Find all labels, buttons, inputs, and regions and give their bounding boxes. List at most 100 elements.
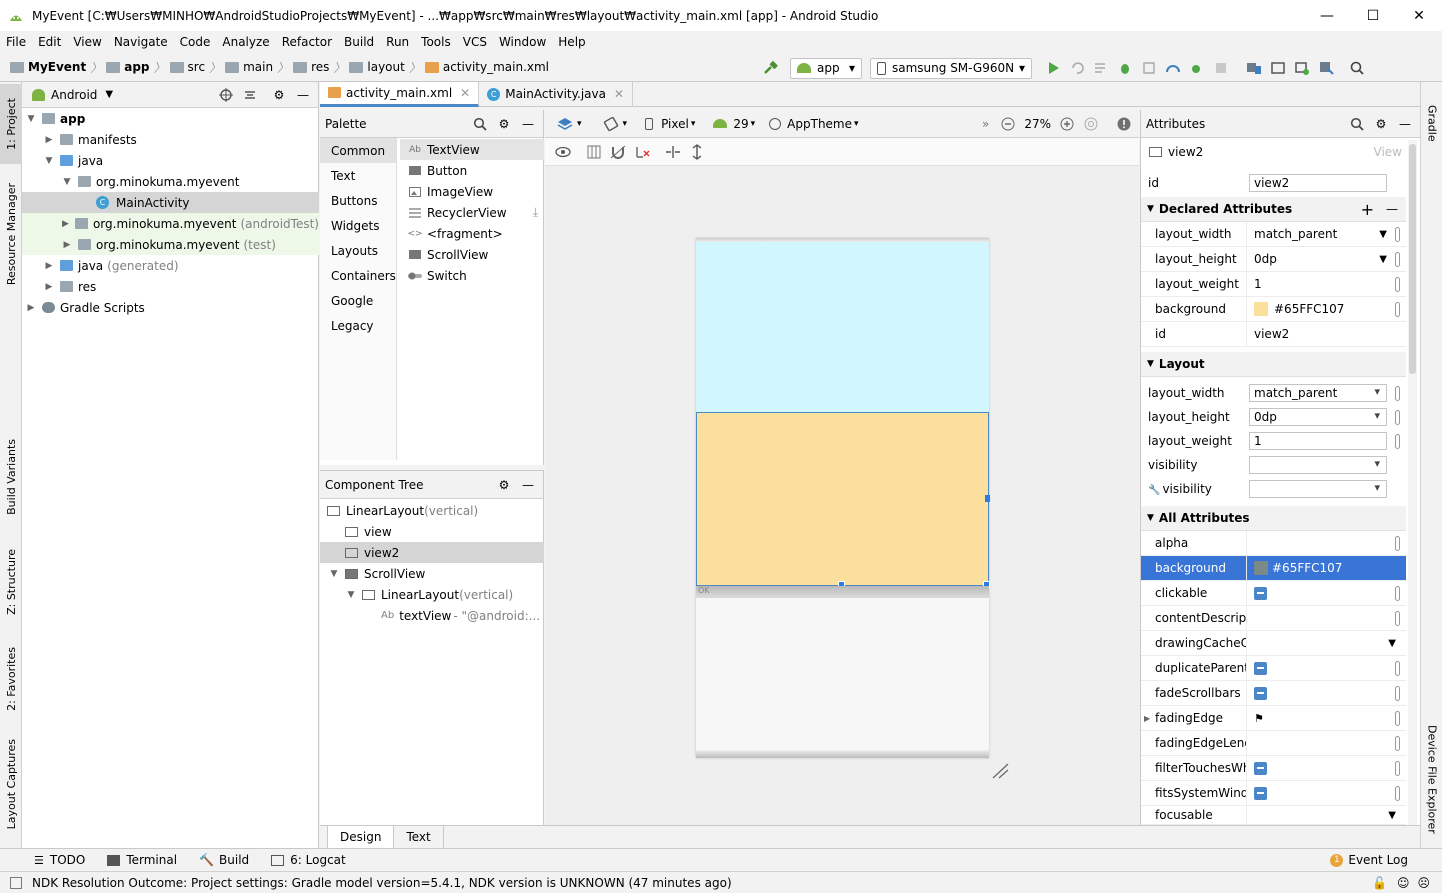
attach-profiler-icon[interactable] (1186, 57, 1208, 79)
search-icon[interactable] (1346, 113, 1368, 135)
attr-fadingedge-row[interactable]: ▶ fadingEdge ⚑ (1141, 705, 1406, 731)
attach-debugger-icon[interactable] (1138, 57, 1160, 79)
canvas-resize-grip-icon[interactable] (991, 763, 1009, 782)
tab-build-variants[interactable]: Build Variants (0, 427, 22, 527)
color-swatch[interactable] (1254, 302, 1268, 316)
close-tab-icon[interactable]: ✕ (614, 87, 624, 101)
palette-category-google[interactable]: Google (320, 288, 396, 313)
resource-picker-icon[interactable] (1395, 785, 1400, 801)
add-attribute-icon[interactable]: + (1361, 200, 1374, 219)
all-attributes-section[interactable]: ▼ All Attributes (1141, 506, 1406, 531)
tool-build[interactable]: 🔨 Build (199, 853, 249, 867)
menu-code[interactable]: Code (174, 35, 217, 49)
run-config-select[interactable]: app ▾ (790, 57, 862, 79)
orientation-icon[interactable] (600, 113, 622, 135)
palette-category-text[interactable]: Text (320, 163, 396, 188)
chevron-down-icon[interactable]: ▼ (1388, 810, 1396, 821)
collapse-all-icon[interactable] (239, 84, 261, 106)
apply-changes-icon[interactable] (1066, 57, 1088, 79)
tab-favorites[interactable]: 2: Favorites (0, 634, 22, 724)
tree-item-java[interactable]: ▼ java (22, 150, 319, 171)
theme-select[interactable]: AppTheme (787, 117, 852, 131)
breadcrumb-layout[interactable]: layout 〉 (349, 59, 421, 76)
attr-contentdescription-row[interactable]: contentDescriptio (1141, 605, 1406, 631)
view-docs-link[interactable]: View (1374, 145, 1402, 159)
tool-todo[interactable]: ☰ TODO (34, 853, 85, 867)
palette-item-scrollview[interactable]: ScrollView (400, 244, 544, 265)
tab-text[interactable]: Text (394, 826, 444, 848)
breadcrumb-main[interactable]: main 〉 (225, 59, 289, 76)
palette-category-layouts[interactable]: Layouts (320, 238, 396, 263)
tree-item-java-generated[interactable]: ▶ java (generated) (22, 255, 319, 276)
palette-item-fragment[interactable]: <> <fragment> (400, 223, 544, 244)
tristate-checkbox[interactable] (1254, 786, 1267, 800)
gear-icon[interactable]: ⚙ (1370, 113, 1392, 135)
visibility-select[interactable] (1249, 456, 1387, 474)
palette-category-buttons[interactable]: Buttons (320, 188, 396, 213)
zoom-in-icon[interactable] (1056, 113, 1078, 135)
chevron-down-icon[interactable]: ▼ (1388, 638, 1396, 649)
resource-picker-icon[interactable] (1395, 535, 1400, 551)
palette-item-switch[interactable]: Switch (400, 265, 544, 286)
menu-view[interactable]: View (67, 35, 107, 49)
tree-item-package-androidtest[interactable]: ▶ org.minokuma.myevent (androidTest) (22, 213, 319, 234)
declared-attributes-section[interactable]: ▼ Declared Attributes + — (1141, 197, 1406, 222)
resource-picker-icon[interactable] (1395, 433, 1400, 449)
menu-build[interactable]: Build (338, 35, 380, 49)
resize-handle-right[interactable] (985, 495, 990, 502)
menu-refactor[interactable]: Refactor (276, 35, 338, 49)
tab-gradle[interactable]: Gradle (1421, 88, 1442, 158)
minimize-panel-icon[interactable]: — (292, 84, 314, 106)
component-view2[interactable]: view2 (320, 542, 544, 563)
event-log-button[interactable]: 1 Event Log (1330, 853, 1408, 867)
palette-item-textview[interactable]: Ab TextView (400, 139, 544, 160)
menu-edit[interactable]: Edit (32, 35, 67, 49)
stop-icon[interactable] (1210, 57, 1232, 79)
palette-category-common[interactable]: Common (320, 138, 396, 163)
maximize-icon[interactable]: ☐ (1350, 0, 1396, 31)
attr-drawingcachequality-row[interactable]: drawingCacheQua▼ (1141, 630, 1406, 656)
menu-run[interactable]: Run (380, 35, 415, 49)
resource-picker-icon[interactable] (1395, 735, 1400, 751)
flag-icon[interactable]: ⚑ (1254, 712, 1264, 725)
minimize-panel-icon[interactable]: — (517, 113, 539, 135)
component-view[interactable]: view (320, 521, 544, 542)
project-structure-icon[interactable] (1243, 57, 1265, 79)
breadcrumb-src[interactable]: src 〉 (169, 59, 221, 76)
download-icon[interactable]: ⤓ (533, 205, 538, 220)
tree-item-mainactivity[interactable]: C MainActivity (22, 192, 319, 213)
attr-duplicateparentstate-row[interactable]: duplicateParentSt (1141, 655, 1406, 681)
declared-id-row[interactable]: id view2 (1141, 321, 1406, 347)
chevron-down-icon[interactable]: ▼ (1379, 254, 1387, 265)
tree-item-res[interactable]: ▶ res (22, 276, 319, 297)
search-everywhere-icon[interactable] (1346, 57, 1368, 79)
api-select[interactable]: 29 (733, 117, 748, 131)
hammer-icon[interactable] (759, 57, 781, 79)
close-icon[interactable]: ✕ (1396, 0, 1442, 31)
status-panel-toggle-icon[interactable] (10, 876, 22, 889)
resource-picker-icon[interactable] (1395, 276, 1400, 292)
layout-weight-input[interactable]: 1 (1249, 432, 1387, 450)
run-icon[interactable] (1042, 57, 1064, 79)
chevron-right-icon[interactable]: ▶ (1144, 714, 1150, 723)
declared-layout-height-row[interactable]: layout_height 0dp ▼ (1141, 246, 1406, 272)
chevron-down-icon[interactable]: ▼ (105, 89, 113, 100)
clear-constraints-icon[interactable] (631, 141, 653, 163)
attr-clickable-row[interactable]: clickable (1141, 580, 1406, 606)
zoom-fit-icon[interactable] (1080, 113, 1102, 135)
resource-picker-icon[interactable] (1395, 226, 1400, 242)
device-select[interactable]: Pixel (661, 117, 689, 131)
palette-category-legacy[interactable]: Legacy (320, 313, 396, 338)
resource-picker-icon[interactable] (1395, 610, 1400, 626)
blueprint-icon[interactable] (583, 141, 605, 163)
gear-icon[interactable]: ⚙ (268, 84, 290, 106)
resource-picker-icon[interactable] (1395, 251, 1400, 267)
tab-structure[interactable]: Z: Structure (0, 537, 22, 627)
pack-vertical-icon[interactable] (686, 141, 708, 163)
palette-item-imageview[interactable]: ImageView (400, 181, 544, 202)
menu-window[interactable]: Window (493, 35, 552, 49)
layout-height-select[interactable]: 0dp (1249, 408, 1387, 426)
tristate-checkbox[interactable] (1254, 761, 1267, 775)
layout-section[interactable]: ▼ Layout (1141, 352, 1406, 377)
resource-picker-icon[interactable] (1395, 685, 1400, 701)
